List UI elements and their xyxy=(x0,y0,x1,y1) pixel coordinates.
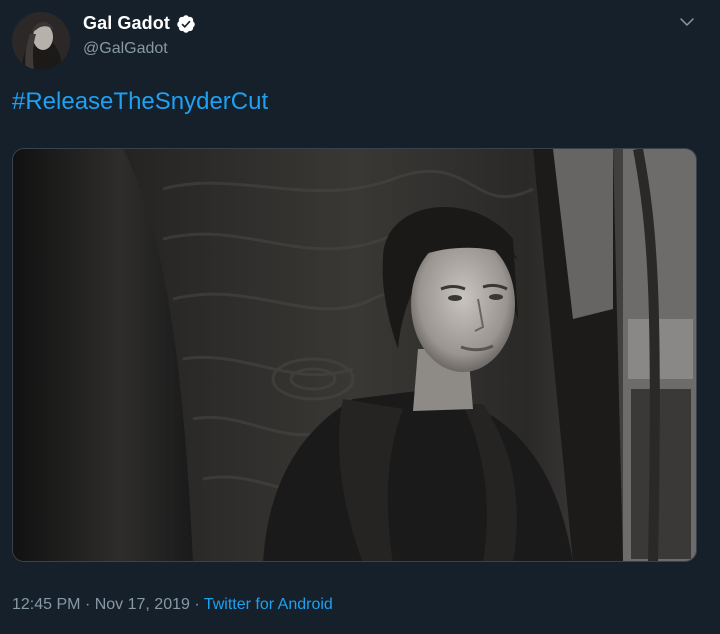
chevron-down-icon[interactable] xyxy=(678,13,696,31)
tweet-time[interactable]: 12:45 PM xyxy=(12,596,80,613)
tweet-media-image[interactable] xyxy=(12,148,697,562)
author-name[interactable]: Gal Gadot xyxy=(83,13,170,34)
meta-separator: · xyxy=(84,596,91,613)
tweet-source-link[interactable]: Twitter for Android xyxy=(204,596,333,613)
avatar[interactable] xyxy=(12,12,70,70)
meta-separator: · xyxy=(194,596,200,613)
tweet-metadata: 12:45 PM · Nov 17, 2019 · Twitter for An… xyxy=(12,596,333,614)
verified-badge-icon xyxy=(176,14,196,34)
avatar-image xyxy=(12,12,70,70)
tweet-card: Gal Gadot @GalGadot #ReleaseTheSnyderCut xyxy=(0,0,720,634)
author-handle[interactable]: @GalGadot xyxy=(83,40,168,58)
tweet-date[interactable]: Nov 17, 2019 xyxy=(95,596,190,613)
tweet-hashtag-link[interactable]: #ReleaseTheSnyderCut xyxy=(12,86,268,118)
author-name-row[interactable]: Gal Gadot xyxy=(83,13,196,34)
photo xyxy=(13,149,696,561)
